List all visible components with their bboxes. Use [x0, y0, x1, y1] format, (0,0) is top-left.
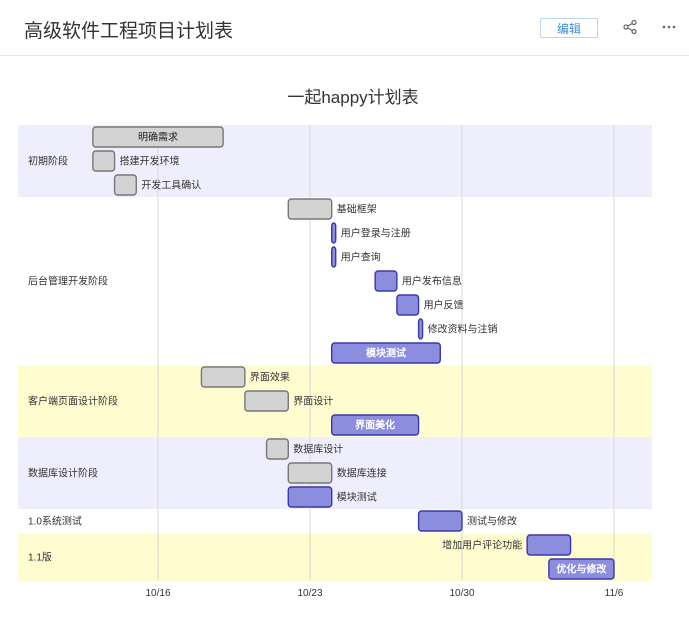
task-bar[interactable] — [244, 390, 289, 412]
task-label: 明确需求 — [138, 131, 178, 144]
more-icon[interactable] — [658, 16, 680, 38]
task-label: 用户查询 — [341, 251, 381, 264]
task-label: 界面效果 — [250, 371, 290, 384]
task-bar[interactable] — [374, 270, 398, 292]
section-label: 客户端页面设计阶段 — [28, 395, 118, 408]
task-bar[interactable] — [396, 294, 420, 316]
task-bar[interactable] — [265, 438, 289, 460]
section-label: 初期阶段 — [28, 155, 68, 168]
task-bar[interactable] — [417, 510, 463, 532]
task-label: 测试与修改 — [467, 515, 517, 528]
section-label: 1.0系统测试 — [28, 515, 82, 528]
task-bar[interactable] — [331, 222, 337, 244]
task-label: 优化与修改 — [556, 563, 607, 576]
section-band — [18, 197, 652, 365]
task-bar[interactable] — [331, 246, 337, 268]
x-tick-label: 10/30 — [449, 588, 474, 599]
section-band — [18, 509, 652, 533]
task-bar[interactable] — [287, 462, 333, 484]
task-label: 用户登录与注册 — [341, 227, 411, 240]
task-label: 开发工具确认 — [141, 179, 201, 192]
task-bar[interactable] — [113, 174, 137, 196]
task-label: 模块测试 — [366, 347, 406, 360]
task-label: 基础框架 — [337, 203, 377, 216]
task-bar[interactable] — [287, 486, 333, 508]
chart-title: 一起happy计划表 — [287, 88, 418, 107]
task-bar[interactable] — [200, 366, 246, 388]
task-label: 修改资料与注销 — [428, 323, 498, 336]
task-bar[interactable] — [417, 318, 424, 340]
task-bar[interactable] — [92, 150, 116, 172]
x-tick-label: 10/16 — [145, 588, 170, 599]
task-label: 数据库设计 — [293, 443, 343, 456]
share-icon[interactable] — [619, 16, 641, 38]
task-label: 界面设计 — [293, 395, 333, 408]
task-label: 搭建开发环境 — [120, 155, 180, 168]
task-label: 用户反馈 — [424, 299, 464, 312]
section-label: 1.1版 — [28, 551, 52, 564]
page-title: 高级软件工程项目计划表 — [24, 21, 234, 42]
header-bar: 高级软件工程项目计划表 编辑 — [0, 0, 689, 56]
task-label: 模块测试 — [337, 491, 377, 504]
task-label: 界面美化 — [355, 419, 395, 432]
section-label: 数据库设计阶段 — [28, 467, 98, 480]
edit-button[interactable]: 编辑 — [540, 18, 598, 38]
gantt-chart: 一起happy计划表 初期阶段后台管理开发阶段客户端页面设计阶段数据库设计阶段 1… — [18, 88, 652, 599]
task-label: 增加用户评论功能 — [442, 539, 522, 552]
task-label: 数据库连接 — [337, 467, 387, 480]
x-tick-label: 10/23 — [297, 588, 322, 599]
task-label: 用户发布信息 — [402, 275, 462, 288]
task-bar[interactable] — [287, 198, 333, 220]
x-tick-label: 11/6 — [605, 588, 624, 599]
section-label: 后台管理开发阶段 — [28, 275, 108, 288]
task-bar[interactable] — [526, 534, 572, 556]
